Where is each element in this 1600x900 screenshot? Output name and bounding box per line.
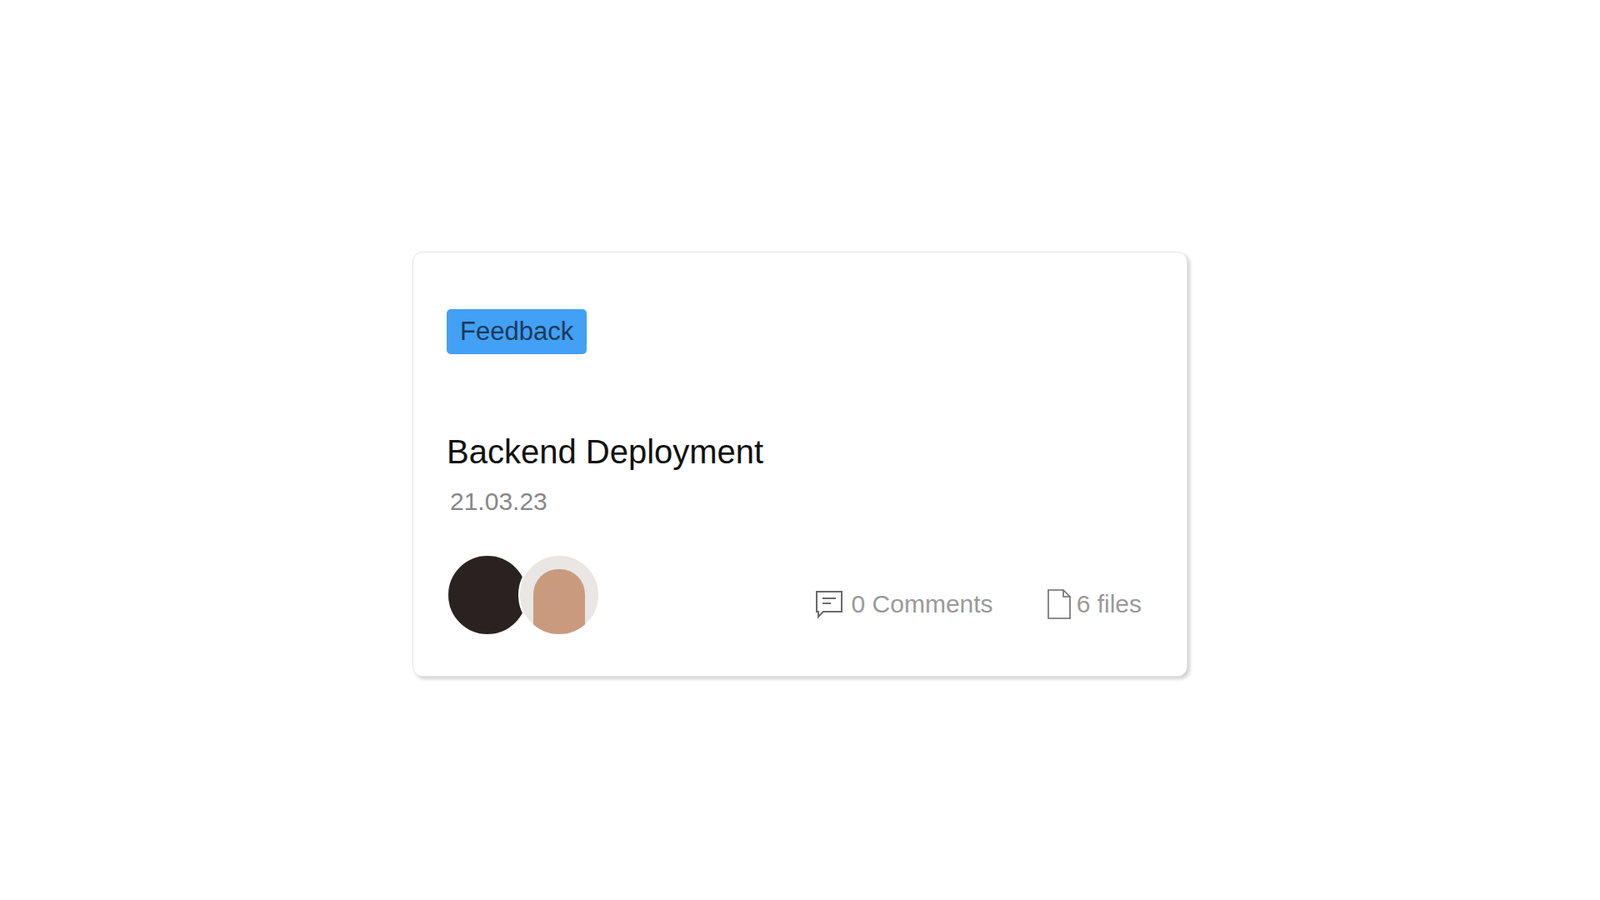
card-title: Backend Deployment [446,431,1154,472]
avatar[interactable] [446,554,529,636]
card-date: 21.03.23 [450,486,1154,517]
tag-badge[interactable]: Feedback [446,309,587,355]
comments-count: 0 Comments [851,589,994,620]
comment-icon [815,589,844,620]
file-icon [1046,588,1072,620]
task-card[interactable]: Feedback Backend Deployment 21.03.23 0 C… [412,251,1188,677]
comments[interactable]: 0 Comments [815,589,994,620]
files[interactable]: 6 files [1046,588,1142,620]
assignees [446,554,600,636]
avatar[interactable] [518,554,600,636]
files-count: 6 files [1076,589,1142,620]
